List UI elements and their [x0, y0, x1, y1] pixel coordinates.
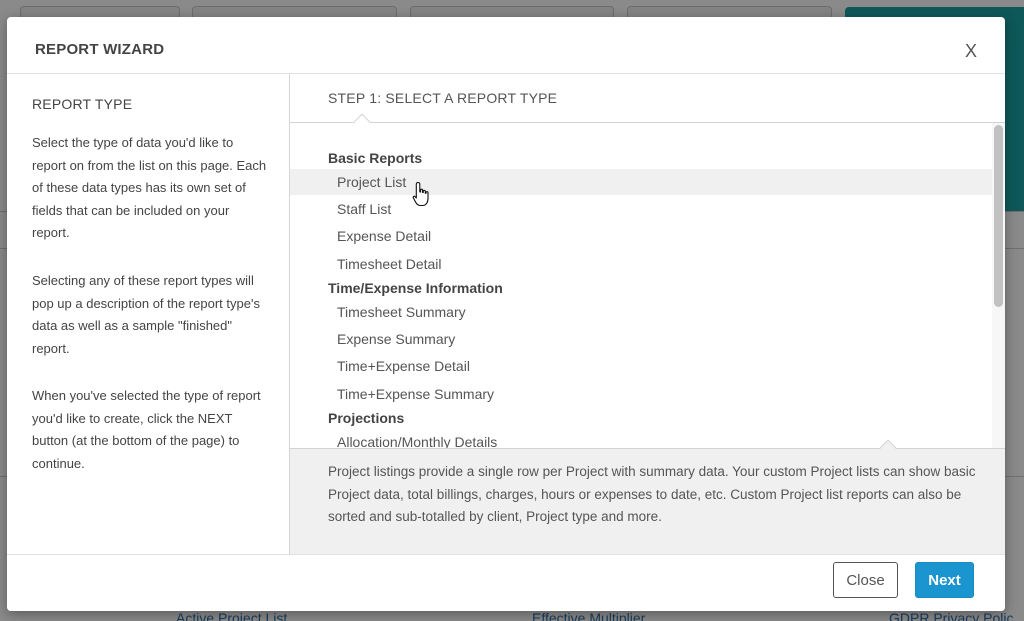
help-paragraph: When you've selected the type of report … [32, 388, 261, 471]
group-title-projections: Projections [328, 410, 405, 426]
report-type-staff-list[interactable]: Staff List [290, 196, 993, 222]
report-type-timesheet-detail[interactable]: Timesheet Detail [290, 251, 993, 277]
group-title-time-expense: Time/Expense Information [328, 280, 503, 296]
dialog-footer: Close Next [7, 554, 1005, 611]
next-button[interactable]: Next [915, 562, 974, 598]
report-type-pane: STEP 1: SELECT A REPORT TYPE Basic Repor… [290, 74, 1005, 554]
report-type-timesheet-summary[interactable]: Timesheet Summary [290, 299, 993, 325]
dialog-title: REPORT WIZARD [35, 41, 165, 58]
dialog-header: REPORT WIZARD X [7, 17, 1005, 74]
report-wizard-dialog: REPORT WIZARD X REPORT TYPE Select the t… [7, 17, 1005, 611]
report-type-time-expense-detail[interactable]: Time+Expense Detail [290, 353, 993, 379]
help-paragraph: Selecting any of these report types will… [32, 273, 260, 356]
report-description: Project listings provide a single row pe… [328, 464, 976, 524]
report-type-list: Basic Reports Project List Staff List Ex… [290, 123, 1005, 448]
scrollbar-thumb[interactable] [994, 125, 1003, 307]
hand-cursor-icon [412, 181, 429, 207]
report-type-time-expense-summary[interactable]: Time+Expense Summary [290, 381, 993, 407]
help-heading: REPORT TYPE [32, 96, 133, 112]
report-type-expense-summary[interactable]: Expense Summary [290, 326, 993, 352]
report-type-project-list[interactable]: Project List [290, 169, 993, 195]
help-pane: REPORT TYPE Select the type of data you'… [7, 74, 290, 554]
list-scrollbar[interactable] [992, 123, 1005, 448]
close-button[interactable]: Close [833, 562, 898, 598]
help-paragraph: Select the type of data you'd like to re… [32, 135, 267, 240]
close-icon[interactable]: X [959, 39, 983, 63]
report-description-panel: Project listings provide a single row pe… [290, 439, 1005, 554]
report-type-expense-detail[interactable]: Expense Detail [290, 223, 993, 249]
group-title-basic-reports: Basic Reports [328, 150, 423, 166]
step-title: STEP 1: SELECT A REPORT TYPE [328, 90, 558, 106]
